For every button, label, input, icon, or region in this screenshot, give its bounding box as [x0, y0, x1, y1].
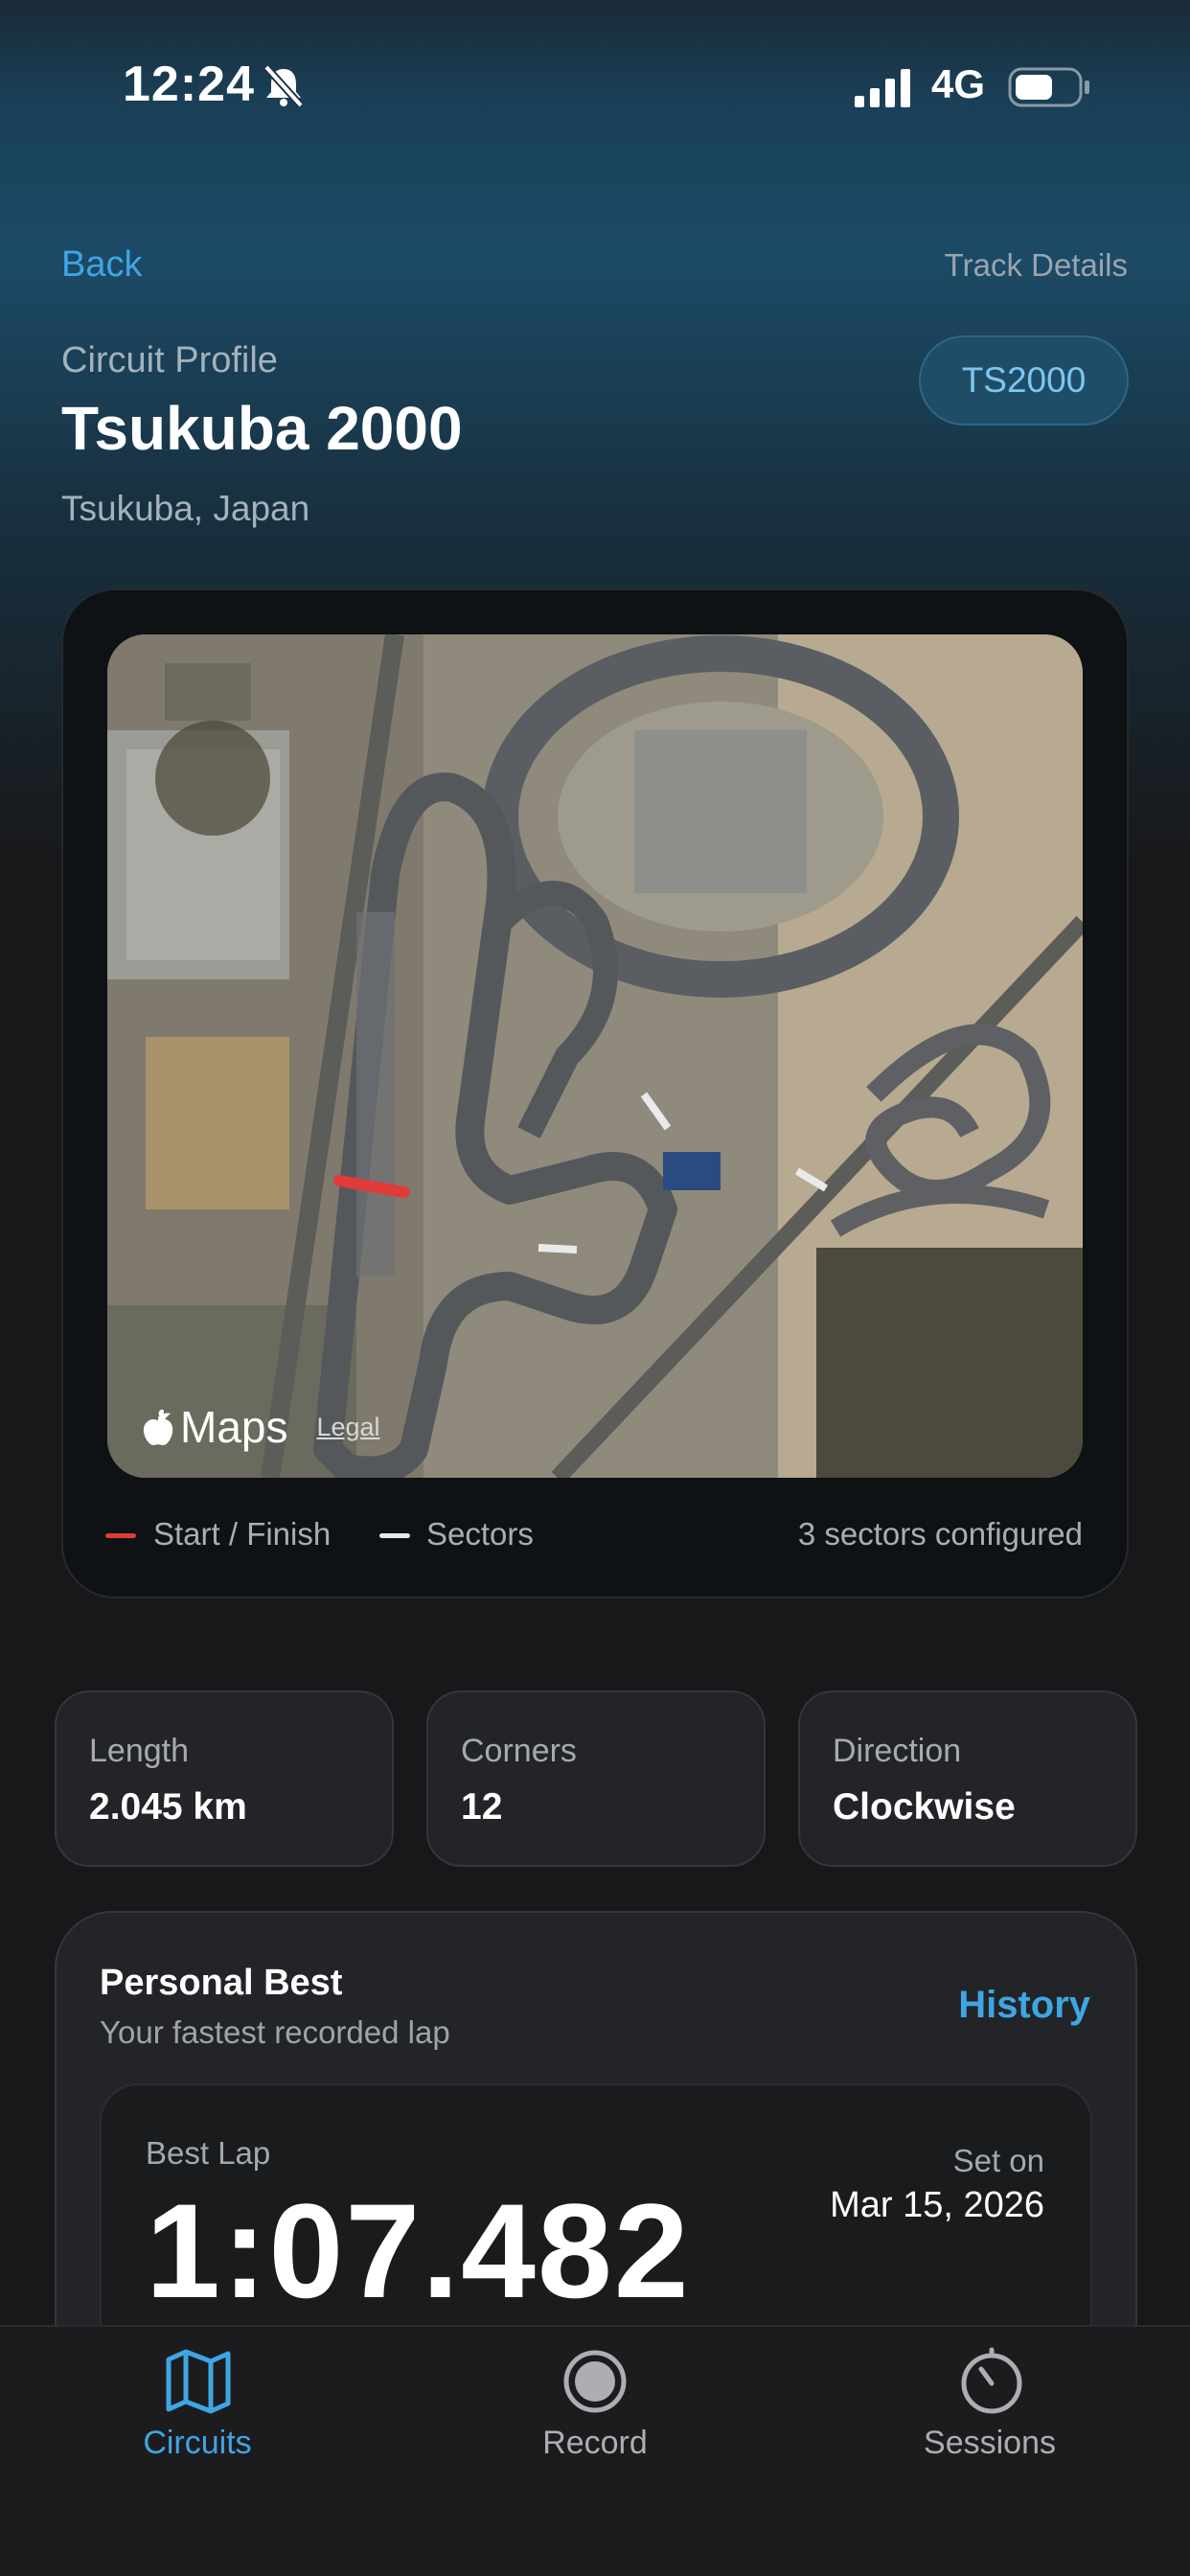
stat-label: Direction — [833, 1733, 962, 1769]
track-location: Tsukuba, Japan — [61, 489, 310, 528]
history-button[interactable]: History — [958, 1984, 1090, 2027]
record-icon[interactable] — [558, 2344, 632, 2419]
sectors-swatch — [379, 1533, 410, 1538]
stat-card-corners: Corners 12 — [426, 1690, 766, 1867]
personal-best-subtitle: Your fastest recorded lap — [100, 2014, 450, 2050]
stat-card-length: Length 2.045 km — [55, 1690, 394, 1867]
status-time: 12:24 — [123, 57, 255, 112]
tab-record[interactable]: Record — [451, 2425, 739, 2462]
maps-attribution: Maps Legal — [142, 1401, 380, 1453]
battery-icon — [1008, 67, 1089, 107]
nav-title: Track Details — [944, 247, 1128, 283]
start-finish-swatch — [105, 1533, 136, 1538]
cellular-signal-icon — [855, 69, 910, 107]
satellite-map[interactable]: Maps Legal — [107, 634, 1083, 1478]
sectors-summary: 3 sectors configured — [797, 1516, 1083, 1552]
apple-logo-icon — [143, 1409, 173, 1446]
stat-value: 2.045 km — [89, 1786, 247, 1828]
stopwatch-icon[interactable] — [954, 2344, 1029, 2419]
best-lap-label: Best Lap — [146, 2135, 271, 2171]
silent-bell-icon — [263, 64, 304, 108]
map-drawing — [107, 634, 1083, 1478]
tab-sessions[interactable]: Sessions — [846, 2425, 1133, 2462]
stat-value: Clockwise — [833, 1786, 1016, 1828]
set-on-date: Mar 15, 2026 — [830, 2185, 1044, 2225]
page-title: Tsukuba 2000 — [61, 394, 463, 463]
tab-circuits[interactable]: Circuits — [54, 2425, 341, 2462]
set-on-label: Set on — [952, 2143, 1044, 2178]
back-button[interactable]: Back — [61, 244, 142, 286]
maps-label: Maps — [180, 1402, 288, 1452]
stat-card-direction: Direction Clockwise — [798, 1690, 1137, 1867]
legal-link[interactable]: Legal — [316, 1413, 379, 1442]
stat-label: Length — [89, 1733, 189, 1769]
legend-sectors: Sectors — [426, 1516, 534, 1552]
personal-best-title: Personal Best — [100, 1963, 343, 2003]
network-type: 4G — [931, 61, 986, 106]
sector-marker — [538, 1244, 578, 1254]
eyebrow-label: Circuit Profile — [61, 340, 278, 380]
best-lap-time: 1:07.482 — [146, 2175, 691, 2326]
track-code-badge: TS2000 — [919, 335, 1129, 426]
legend-start-finish: Start / Finish — [153, 1516, 332, 1552]
stat-value: 12 — [461, 1786, 503, 1828]
stat-label: Corners — [461, 1733, 577, 1769]
map-icon[interactable] — [161, 2344, 236, 2419]
